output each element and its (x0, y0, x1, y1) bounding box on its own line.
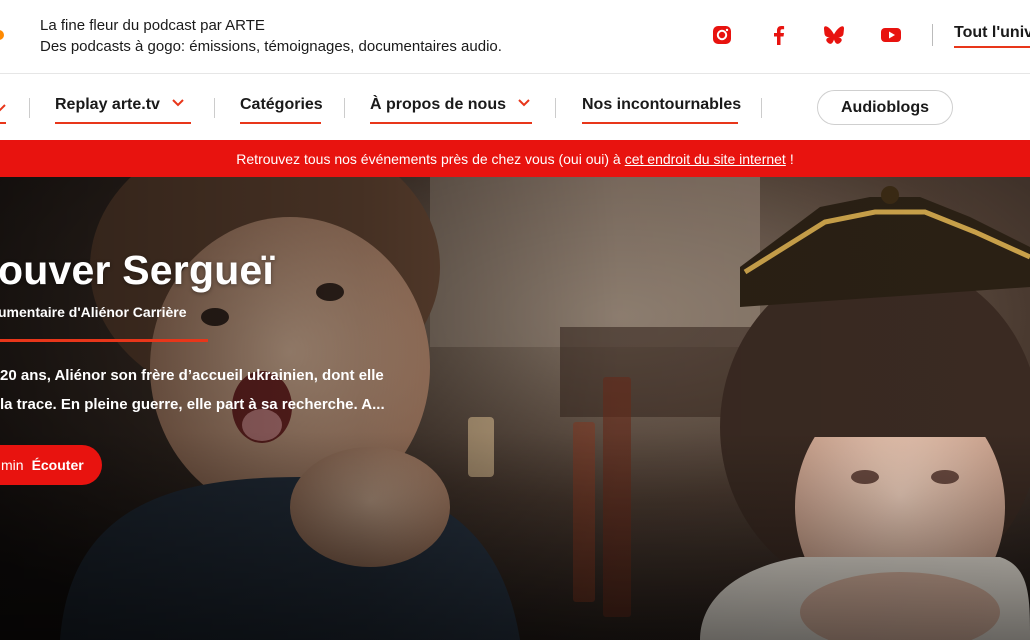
nav-item-label: Catégories (240, 96, 323, 113)
listen-duration: min (1, 457, 24, 473)
tagline-line-1: La fine fleur du podcast par ARTE (40, 17, 265, 34)
banner-link[interactable]: cet endroit du site internet (625, 151, 786, 167)
listen-label: Écouter (31, 457, 84, 473)
site-tagline: La fine fleur du podcast par ARTE Des po… (40, 15, 502, 57)
chevron-down-icon (172, 99, 184, 107)
tagline-line-2: Des podcasts à gogo: émissions, témoigna… (40, 38, 502, 55)
youtube-icon[interactable] (880, 24, 936, 46)
hero-description-line-1: 20 ans, Aliénor son frère d’accueil ukra… (0, 367, 384, 384)
nav-item-partial[interactable] (0, 96, 6, 124)
nav-item-label: À propos de nous (370, 96, 506, 113)
nav-divider (555, 98, 556, 118)
listen-button[interactable]: min Écouter (0, 445, 102, 485)
nav-item-label: Nos incontournables (582, 96, 742, 113)
top-header: La fine fleur du podcast par ARTE Des po… (0, 0, 1030, 74)
hero-description: 20 ans, Aliénor son frère d’accueil ukra… (0, 361, 410, 419)
nav-item-replay[interactable]: Replay arte.tv (55, 96, 191, 124)
nav-item-categories[interactable]: Catégories (240, 96, 323, 124)
bluesky-icon[interactable] (824, 24, 880, 46)
hero-title[interactable]: ouver Sergueï (0, 247, 274, 294)
facebook-icon[interactable] (768, 24, 824, 46)
banner-text-end: ! (789, 150, 794, 167)
events-banner: Retrouvez tous nos événements près de ch… (0, 140, 1030, 177)
social-links (712, 24, 936, 46)
hero-accent-rule (0, 339, 208, 342)
nav-item-essentials[interactable]: Nos incontournables (582, 96, 742, 124)
header-divider (932, 24, 933, 46)
nav-item-about[interactable]: À propos de nous (370, 96, 532, 124)
audioblogs-button[interactable]: Audioblogs (817, 90, 953, 125)
nav-divider (761, 98, 762, 118)
main-nav: Replay arte.tv Catégories À propos de no… (0, 74, 1030, 140)
nav-item-label: Replay arte.tv (55, 96, 160, 113)
hero-description-line-2: la trace. En pleine guerre, elle part à … (0, 396, 385, 413)
universe-link[interactable]: Tout l'univ (954, 24, 1030, 48)
hero-subtitle: umentaire d'Aliénor Carrière (0, 304, 187, 320)
nav-divider (344, 98, 345, 118)
chevron-down-icon (518, 99, 530, 107)
logo[interactable] (0, 30, 4, 40)
banner-text: Retrouvez tous nos événements près de ch… (236, 150, 621, 167)
nav-divider (29, 98, 30, 118)
instagram-icon[interactable] (712, 24, 768, 46)
nav-divider (214, 98, 215, 118)
hero-section[interactable]: ouver Sergueï umentaire d'Aliénor Carriè… (0, 177, 1030, 640)
